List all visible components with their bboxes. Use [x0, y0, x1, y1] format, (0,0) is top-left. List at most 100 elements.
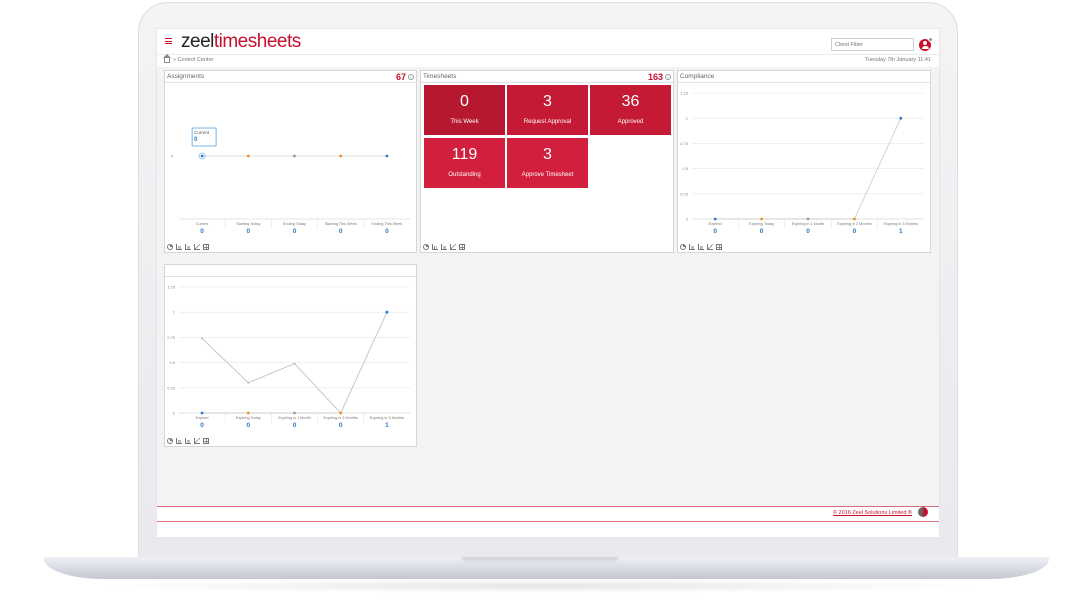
x-tick-label: Expiring in 2 Months	[837, 222, 872, 226]
tile-outstanding[interactable]: 119 Outstanding	[424, 138, 505, 188]
tile-label: Approve Timesheet	[521, 172, 574, 178]
x-tick-label: Starting Today	[236, 222, 260, 226]
data-point	[200, 411, 204, 415]
tile-label: This Week	[450, 119, 479, 125]
dashboard-area: Assignments 67 i Current 0 Starting Today 0…	[157, 67, 939, 507]
tile-value: 36	[621, 93, 640, 110]
table-view-icon[interactable]	[459, 244, 465, 250]
y-tick-label: 0	[173, 411, 176, 416]
y-tick-label: 0.75	[167, 335, 176, 340]
data-point	[385, 154, 389, 158]
x-tick-label: Expired	[709, 222, 722, 226]
assignments-count[interactable]: 67	[396, 72, 406, 82]
line-chart-icon[interactable]	[194, 244, 200, 250]
value-label: 0	[339, 422, 343, 429]
hamburger-menu-icon[interactable]	[165, 38, 172, 44]
pie-chart-icon[interactable]	[680, 244, 686, 250]
y-tick-label: 1.25	[167, 285, 176, 290]
x-tick-label: Current	[196, 222, 210, 226]
timesheets-panel: Timesheets 163 i 0 This Week 3 Request A…	[420, 70, 674, 253]
x-tick-label: Expiring in 1 Month	[278, 416, 311, 420]
data-point	[293, 411, 296, 415]
line-chart-icon[interactable]	[194, 438, 200, 444]
bottom-line-chart: 0 0.25 0.5 0.75 1 1.25 Expired 0 Expiring Today 0…	[167, 285, 410, 429]
value-label: 1	[385, 422, 389, 429]
x-tick-label: Ending This Week	[372, 222, 403, 226]
tile-label: Request Approval	[523, 119, 572, 125]
data-point	[293, 154, 296, 158]
tile-approve-timesheet[interactable]: 3 Approve Timesheet	[507, 138, 588, 188]
assignments-chart: Current 0 Starting Today 0 Ending Today 0 Star…	[171, 127, 410, 235]
value-label: 0	[760, 228, 764, 235]
secondary-point	[247, 381, 250, 384]
y-tick-label: 0.5	[682, 166, 688, 171]
assignments-panel: Assignments 67 i Current 0 Starting Today 0…	[164, 70, 417, 253]
tile-this-week[interactable]: 0 This Week	[424, 85, 505, 135]
value-label: 0	[293, 422, 297, 429]
footer-divider-bottom	[157, 521, 939, 522]
data-point	[200, 154, 204, 158]
data-point	[853, 217, 856, 221]
breadcrumb-control-centre[interactable]: » Control Centre	[173, 57, 213, 63]
column-chart-icon[interactable]	[698, 244, 704, 250]
tile-value: 0	[460, 93, 469, 110]
bar-chart-icon[interactable]	[689, 244, 695, 250]
x-tick-label: Expiring in 3 Months	[370, 416, 405, 420]
tile-label: Approved	[617, 119, 644, 125]
pie-chart-icon[interactable]	[423, 244, 429, 250]
table-view-icon[interactable]	[203, 244, 209, 250]
copyright-link[interactable]: © 2016 Zeel Solutions Limited ®	[833, 510, 912, 516]
zeel-logo-icon	[918, 507, 928, 517]
line-chart-icon[interactable]	[707, 244, 713, 250]
home-icon[interactable]	[163, 54, 171, 63]
line-chart-icon[interactable]	[450, 244, 456, 250]
tile-approved[interactable]: 36 Approved	[590, 85, 671, 135]
data-point	[806, 217, 810, 221]
y-tick-label: 1.25	[680, 91, 689, 96]
compliance-chart: 0 0.25 0.5 0.75 1 1.25 Expired 0 Expiring Today 0…	[680, 91, 924, 235]
bar-chart-icon[interactable]	[432, 244, 438, 250]
table-view-icon[interactable]	[203, 438, 209, 444]
value-label: 0	[200, 422, 204, 429]
x-tick-label: Expired	[196, 416, 209, 420]
x-tick-label: Expiring Today	[236, 416, 261, 420]
value-label: 0	[853, 228, 857, 235]
laptop-shadow	[90, 579, 990, 593]
x-tick-label: Expiring Today	[749, 222, 774, 226]
app-logo[interactable]: zeeltimesheets	[181, 32, 301, 52]
x-tick-label: Expiring in 3 Months	[884, 222, 919, 226]
laptop-notch	[462, 557, 618, 565]
y-tick-label: 0.25	[167, 385, 176, 390]
client-filter-input[interactable]	[831, 38, 914, 51]
info-icon[interactable]: i	[665, 74, 671, 80]
pie-chart-icon[interactable]	[167, 438, 173, 444]
data-point	[760, 217, 763, 221]
table-view-icon[interactable]	[716, 244, 722, 250]
bar-chart-icon[interactable]	[176, 438, 182, 444]
x-tick-label: Ending Today	[283, 222, 306, 226]
tile-value: 3	[543, 93, 552, 110]
y-tick-label: 1	[686, 116, 689, 121]
column-chart-icon[interactable]	[441, 244, 447, 250]
tile-value: 3	[543, 146, 552, 163]
top-bar: zeeltimesheets	[157, 29, 939, 55]
timesheets-title: Timesheets	[423, 73, 457, 80]
chart-toolbar	[423, 244, 465, 250]
column-chart-icon[interactable]	[185, 438, 191, 444]
timesheets-count[interactable]: 163	[648, 72, 663, 82]
column-chart-icon[interactable]	[185, 244, 191, 250]
bar-chart-icon[interactable]	[176, 244, 182, 250]
assignments-title: Assignments	[167, 73, 205, 80]
info-icon[interactable]: i	[408, 74, 414, 80]
value-label: 0	[246, 422, 250, 429]
tile-request-approval[interactable]: 3 Request Approval	[507, 85, 588, 135]
secondary-point	[293, 362, 296, 365]
x-tick-label: Expiring in 2 Months	[323, 416, 358, 420]
tile-value: 119	[451, 146, 478, 163]
chart-toolbar	[167, 244, 209, 250]
bottom-chart-panel: 0 0.25 0.5 0.75 1 1.25 Expired 0 Expiring Today 0…	[164, 264, 417, 447]
chart-toolbar	[680, 244, 722, 250]
pie-chart-icon[interactable]	[167, 244, 173, 250]
logo-text-part2: timesheets	[213, 31, 301, 52]
chart-toolbar	[167, 438, 209, 444]
